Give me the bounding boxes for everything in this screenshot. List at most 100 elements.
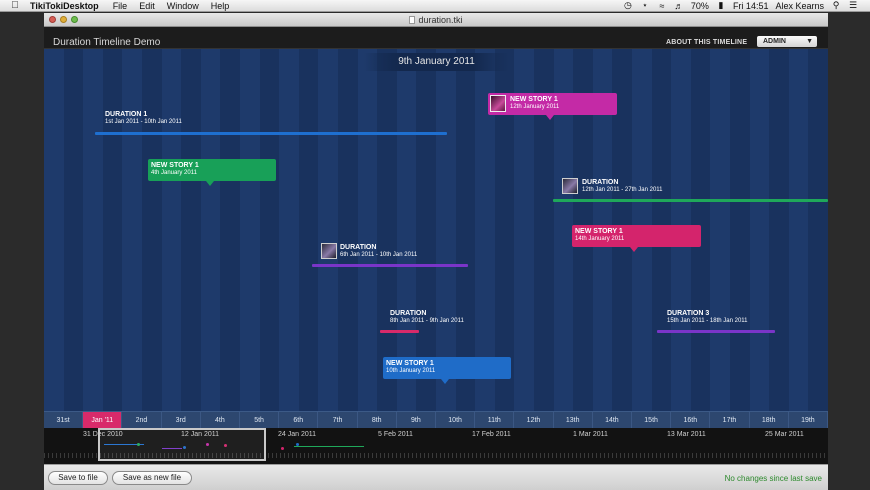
duration-bar[interactable] bbox=[553, 199, 828, 202]
day-label[interactable]: 17th bbox=[710, 412, 750, 429]
day-stripe bbox=[181, 49, 201, 433]
day-label[interactable]: 31st bbox=[44, 412, 84, 429]
save-button[interactable]: Save to file bbox=[48, 471, 108, 485]
overview-story-marker bbox=[281, 447, 284, 450]
save-status: No changes since last save bbox=[724, 474, 822, 483]
overview-navigator[interactable]: 31 Dec 2010 12 Jan 2011 24 Jan 2011 5 Fe… bbox=[44, 428, 828, 464]
window-title-bar: duration.tki bbox=[44, 13, 828, 27]
about-timeline-link[interactable]: ABOUT THIS TIMELINE bbox=[666, 39, 747, 46]
save-as-new-button[interactable]: Save as new file bbox=[112, 471, 192, 485]
overview-story-marker bbox=[296, 443, 299, 446]
clock[interactable]: Fri 14:51 bbox=[733, 1, 769, 11]
duration-label[interactable]: DURATION 1 1st Jan 2011 - 10th Jan 2011 bbox=[105, 111, 182, 125]
battery-icon[interactable]: ▮ bbox=[716, 0, 726, 11]
day-label[interactable]: 10th bbox=[436, 412, 476, 429]
duration-label[interactable]: DURATION 6th Jan 2011 - 10th Jan 2011 bbox=[340, 244, 417, 258]
day-stripe bbox=[102, 49, 123, 433]
menu-bar:  TikiTokiDesktop File Edit Window Help … bbox=[0, 0, 870, 12]
overview-date-label: 25 Mar 2011 bbox=[765, 431, 804, 438]
day-label[interactable]: 3rd bbox=[162, 412, 201, 429]
day-label[interactable]: 2nd bbox=[122, 412, 162, 429]
day-stripe bbox=[338, 49, 358, 433]
spotlight-icon[interactable]: ⚲ bbox=[831, 0, 841, 11]
duration-title: DURATION bbox=[340, 244, 377, 251]
day-label[interactable]: 14th bbox=[593, 412, 632, 429]
story-pointer bbox=[206, 181, 214, 186]
overview-date-label: 17 Feb 2011 bbox=[472, 431, 511, 438]
duration-bar[interactable] bbox=[380, 330, 419, 333]
day-label[interactable]: Jan '11 bbox=[83, 412, 123, 429]
day-stripe bbox=[769, 49, 789, 433]
day-stripe bbox=[808, 49, 828, 433]
day-label[interactable]: 13th bbox=[554, 412, 593, 429]
app-menu[interactable]: TikiTokiDesktop bbox=[30, 1, 99, 11]
story-title: NEW STORY 1 bbox=[386, 360, 434, 367]
admin-dropdown[interactable]: ADMIN ▼ bbox=[757, 36, 817, 47]
duration-bar[interactable] bbox=[95, 132, 447, 135]
day-label[interactable]: 16th bbox=[671, 412, 711, 429]
timeline-stage[interactable]: 9th January 2011 DURATION 1 1st Jan 2011… bbox=[44, 49, 828, 433]
duration-thumbnail[interactable] bbox=[321, 243, 337, 259]
day-scale[interactable]: 31st Jan '11 2nd 3rd 4th 5th 6th 7th 8th 9th 10th 1… bbox=[44, 411, 828, 429]
day-stripe bbox=[44, 49, 64, 433]
story-card[interactable]: NEW STORY 1 10th January 2011 bbox=[383, 357, 511, 384]
notification-list-icon[interactable]: ☰ bbox=[848, 0, 858, 11]
time-machine-icon[interactable]: ◷ bbox=[623, 0, 633, 11]
story-pointer bbox=[546, 115, 554, 120]
chevron-down-icon: ▼ bbox=[806, 38, 813, 45]
menu-window[interactable]: Window bbox=[167, 1, 199, 11]
day-label[interactable]: 8th bbox=[358, 412, 397, 429]
bluetooth-icon[interactable]: ⋆ bbox=[640, 0, 650, 11]
story-pointer bbox=[630, 247, 638, 252]
story-card[interactable]: NEW STORY 1 4th January 2011 bbox=[148, 159, 276, 186]
duration-title: DURATION bbox=[390, 310, 427, 317]
day-label[interactable]: 5th bbox=[240, 412, 280, 429]
duration-label[interactable]: DURATION 8th Jan 2011 - 9th Jan 2011 bbox=[390, 310, 464, 324]
desktop-right bbox=[828, 13, 870, 490]
window-title-text: duration.tki bbox=[418, 15, 463, 25]
duration-label[interactable]: DURATION 3 15th Jan 2011 - 18th Jan 2011 bbox=[667, 310, 748, 324]
day-label[interactable]: 7th bbox=[318, 412, 358, 429]
day-label[interactable]: 6th bbox=[279, 412, 319, 429]
duration-dates: 15th Jan 2011 - 18th Jan 2011 bbox=[667, 318, 748, 324]
day-label[interactable]: 11th bbox=[475, 412, 515, 429]
overview-date-label: 13 Mar 2011 bbox=[667, 431, 706, 438]
duration-thumbnail[interactable] bbox=[562, 178, 578, 194]
day-label[interactable]: 18th bbox=[750, 412, 789, 429]
day-label[interactable]: 19th bbox=[789, 412, 828, 429]
day-label[interactable]: 4th bbox=[201, 412, 240, 429]
battery-percent[interactable]: 70% bbox=[691, 1, 709, 11]
story-date: 14th January 2011 bbox=[575, 236, 625, 242]
day-stripe bbox=[83, 49, 103, 433]
user-name[interactable]: Alex Kearns bbox=[775, 1, 824, 11]
overview-date-label: 24 Jan 2011 bbox=[278, 431, 317, 438]
day-stripe bbox=[122, 49, 142, 433]
day-stripe bbox=[279, 49, 299, 433]
day-label[interactable]: 12th bbox=[514, 412, 554, 429]
story-card[interactable]: NEW STORY 1 12th January 2011 bbox=[488, 93, 617, 120]
apple-menu-icon[interactable]:  bbox=[0, 0, 30, 11]
menu-edit[interactable]: Edit bbox=[139, 1, 155, 11]
current-date-banner: 9th January 2011 bbox=[364, 53, 509, 71]
day-stripe bbox=[161, 49, 182, 433]
timeline-title: Duration Timeline Demo bbox=[53, 37, 161, 48]
day-stripe bbox=[200, 49, 221, 433]
duration-title: DURATION bbox=[582, 179, 619, 186]
volume-icon[interactable]: ♬ bbox=[674, 1, 684, 11]
story-card[interactable]: NEW STORY 1 14th January 2011 bbox=[572, 225, 701, 252]
story-date: 4th January 2011 bbox=[151, 170, 197, 176]
desktop-left bbox=[0, 13, 44, 490]
menu-help[interactable]: Help bbox=[211, 1, 230, 11]
duration-label[interactable]: DURATION 12th Jan 2011 - 27th Jan 2011 bbox=[582, 179, 663, 193]
day-stripe bbox=[220, 49, 240, 433]
duration-bar[interactable] bbox=[657, 330, 775, 333]
duration-bar[interactable] bbox=[312, 264, 468, 267]
day-label[interactable]: 9th bbox=[397, 412, 436, 429]
overview-viewport-handle[interactable] bbox=[98, 428, 266, 461]
duration-title: DURATION 1 bbox=[105, 111, 148, 118]
wifi-icon[interactable]: ≈ bbox=[657, 1, 667, 11]
menu-file[interactable]: File bbox=[113, 1, 128, 11]
day-label[interactable]: 15th bbox=[632, 412, 672, 429]
admin-label: ADMIN bbox=[763, 38, 786, 45]
day-stripe bbox=[63, 49, 84, 433]
